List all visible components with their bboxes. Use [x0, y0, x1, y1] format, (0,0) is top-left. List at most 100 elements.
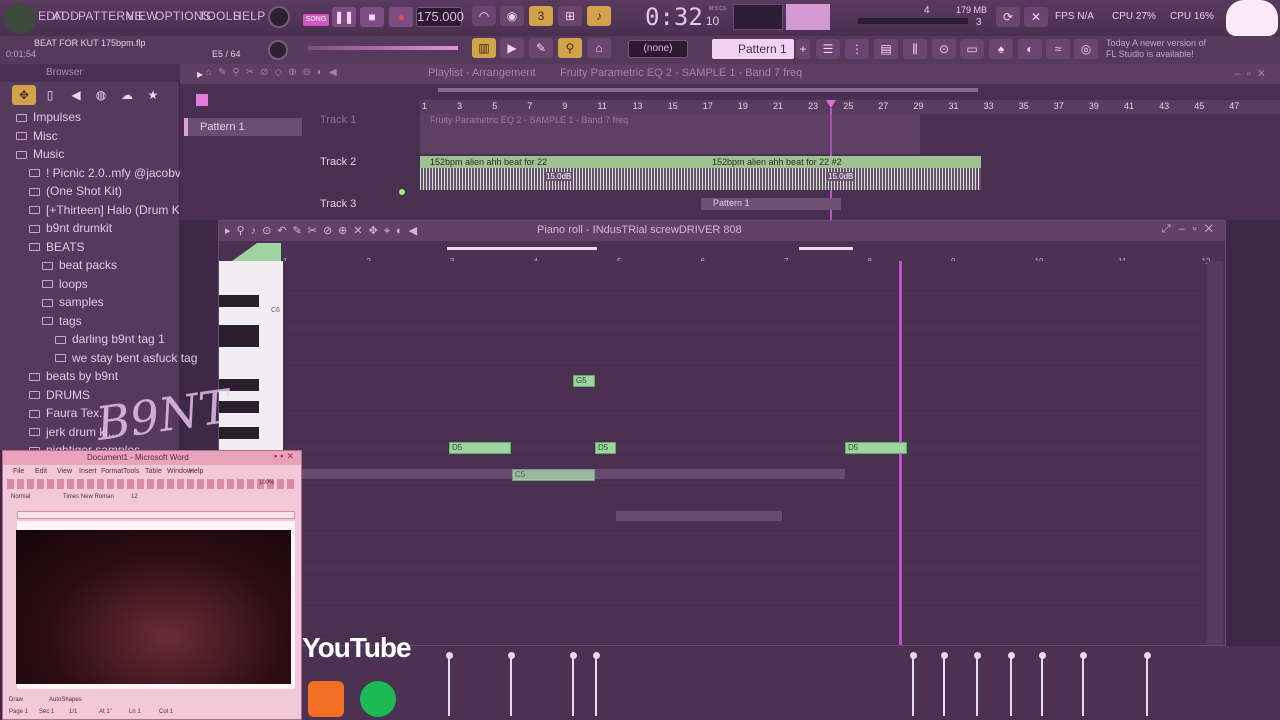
song-mode-toggle[interactable]: SONG: [303, 14, 329, 26]
velocity-handle[interactable]: [941, 652, 948, 659]
pitch-knob[interactable]: [268, 40, 288, 60]
playlist-icon[interactable]: ☰: [816, 39, 840, 59]
browser-item[interactable]: Impulses: [16, 110, 81, 124]
spotify-logo[interactable]: [360, 681, 396, 717]
word-menu-item[interactable]: View: [57, 468, 72, 475]
metronome-icon[interactable]: ◠: [472, 6, 496, 26]
step-edit-icon[interactable]: ⊞: [558, 6, 582, 26]
browser-item[interactable]: [+Thirteen] Halo (Drum Kit): [29, 203, 190, 217]
browser-item[interactable]: loops: [42, 277, 88, 291]
menu-help[interactable]: HELP: [233, 9, 266, 23]
velocity-bar[interactable]: [943, 654, 945, 716]
browser-cloud-icon[interactable]: ☁: [115, 85, 139, 105]
master-volume-knob[interactable]: [268, 6, 290, 28]
snap-selector[interactable]: (none): [628, 40, 688, 58]
velocity-bar[interactable]: [912, 654, 914, 716]
tempo-display[interactable]: 175.000: [416, 7, 464, 27]
audio-clip-1[interactable]: 152bpm alien ahh beat for 22: [420, 156, 702, 168]
note[interactable]: D5: [449, 442, 511, 454]
pause-button[interactable]: ❚❚: [332, 7, 356, 27]
word-menu-item[interactable]: Format: [101, 468, 123, 475]
soundcloud-logo[interactable]: [308, 681, 344, 717]
menu-add[interactable]: ADD: [53, 9, 79, 23]
stamp-icon[interactable]: ⌂: [587, 38, 611, 58]
velocity-bar[interactable]: [572, 654, 574, 716]
velocity-lane[interactable]: [300, 646, 1280, 720]
track-1-label[interactable]: Track 1: [320, 114, 420, 132]
piano-roll-window-controls[interactable]: ⤢‒▫✕: [1162, 223, 1221, 236]
velocity-bar[interactable]: [976, 654, 978, 716]
browser-item[interactable]: (One Shot Kit): [29, 184, 122, 198]
zoom-select[interactable]: 100%: [259, 480, 274, 486]
velocity-handle[interactable]: [1080, 652, 1087, 659]
browser-item[interactable]: samples: [42, 295, 104, 309]
close-all-icon[interactable]: ✕: [1024, 7, 1048, 27]
piano-roll-icon[interactable]: ▤: [874, 39, 898, 59]
plugin-icon[interactable]: ⊙: [932, 39, 956, 59]
browser-item[interactable]: beats by b9nt: [29, 369, 118, 383]
wait-icon[interactable]: ◉: [500, 6, 524, 26]
loop-record-icon[interactable]: ♪: [587, 6, 611, 26]
record-audio-icon[interactable]: ◎: [1074, 39, 1098, 59]
track-2-label[interactable]: Track 2: [320, 156, 420, 174]
automation-clip[interactable]: Fruity Parametric EQ 2 - SAMPLE 1 - Band…: [420, 114, 920, 154]
piano-roll-toolbar-icons[interactable]: ▸⚲♪⊙↶✎✂⊘⊕✕✥⌖◐◀: [225, 224, 423, 238]
word-window-controls[interactable]: ▪▪✕: [274, 451, 297, 462]
browser-snap-icon[interactable]: ✥: [12, 85, 36, 105]
word-menu-item[interactable]: Tools: [123, 468, 139, 475]
piano-roll-scrollbar[interactable]: [447, 247, 597, 250]
magnet-icon[interactable]: ⚲: [558, 38, 582, 58]
browser-file-icon[interactable]: ▯: [38, 85, 62, 105]
update-notice[interactable]: Today A newer version of FL Studio is av…: [1106, 38, 1226, 60]
note[interactable]: D5: [595, 442, 616, 454]
piano-keyboard[interactable]: C6: [219, 261, 283, 471]
pencil-icon[interactable]: ✎: [529, 38, 553, 58]
word-menu-item[interactable]: Table: [145, 468, 162, 475]
piano-icon[interactable]: ▥: [472, 38, 496, 58]
plugin-picker-icon[interactable]: ♠: [989, 39, 1013, 59]
word-menu-item[interactable]: Insert: [79, 468, 97, 475]
record-button[interactable]: ●: [389, 7, 413, 27]
browser-item[interactable]: BEATS: [29, 240, 84, 254]
wave-icon[interactable]: ≈: [1046, 39, 1070, 59]
browser-item[interactable]: tags: [42, 314, 82, 328]
browser-item[interactable]: ! Picnic 2.0..mfy @jacobvj1): [29, 166, 194, 180]
piano-roll-zoom-bar[interactable]: [799, 247, 853, 250]
refresh-icon[interactable]: ⟳: [996, 7, 1020, 27]
browser-item[interactable]: DRUMS: [29, 388, 90, 402]
menu-view[interactable]: VIEW: [126, 9, 158, 23]
velocity-handle[interactable]: [593, 652, 600, 659]
black-key[interactable]: [219, 295, 259, 307]
pattern-list-item[interactable]: Pattern 1: [184, 118, 302, 136]
browser-item[interactable]: darling b9nt tag 1: [55, 332, 165, 346]
pattern-selector[interactable]: Pattern 1: [712, 39, 794, 59]
pattern-clip[interactable]: Pattern 1: [701, 198, 841, 210]
browser-item[interactable]: we stay bent asfuck tag: [55, 351, 197, 365]
mixer-icon[interactable]: ⫼: [903, 39, 927, 59]
velocity-handle[interactable]: [910, 652, 917, 659]
velocity-bar[interactable]: [448, 654, 450, 716]
velocity-bar[interactable]: [1146, 654, 1148, 716]
browser-item[interactable]: Music: [16, 147, 64, 161]
play-icon[interactable]: ▶: [500, 38, 524, 58]
style-select[interactable]: Normal: [11, 494, 30, 500]
note[interactable]: D5: [845, 442, 907, 454]
piano-roll-vscroll[interactable]: [1207, 261, 1223, 645]
velocity-bar[interactable]: [1082, 654, 1084, 716]
track-2-led[interactable]: [399, 189, 405, 195]
youtube-logo[interactable]: YouTube: [302, 632, 412, 674]
velocity-handle[interactable]: [1144, 652, 1151, 659]
track-3-label[interactable]: Track 3: [320, 198, 420, 216]
channel-rack-icon[interactable]: ⋮: [845, 39, 869, 59]
browser-item[interactable]: beat packs: [42, 258, 117, 272]
font-select[interactable]: Times New Roman: [63, 494, 114, 500]
browser-star-icon[interactable]: ★: [141, 85, 165, 105]
playlist-picker-icon[interactable]: [196, 94, 208, 106]
velocity-handle[interactable]: [1008, 652, 1015, 659]
word-menu-item[interactable]: File: [13, 468, 24, 475]
capture-icon[interactable]: ◐: [1018, 39, 1042, 59]
browser-item[interactable]: b9nt drumkit: [29, 221, 112, 235]
browser-globe-icon[interactable]: ◍: [89, 85, 113, 105]
audio-clip-2[interactable]: 152bpm alien ahh beat for 22 #2: [702, 156, 981, 168]
velocity-handle[interactable]: [1039, 652, 1046, 659]
